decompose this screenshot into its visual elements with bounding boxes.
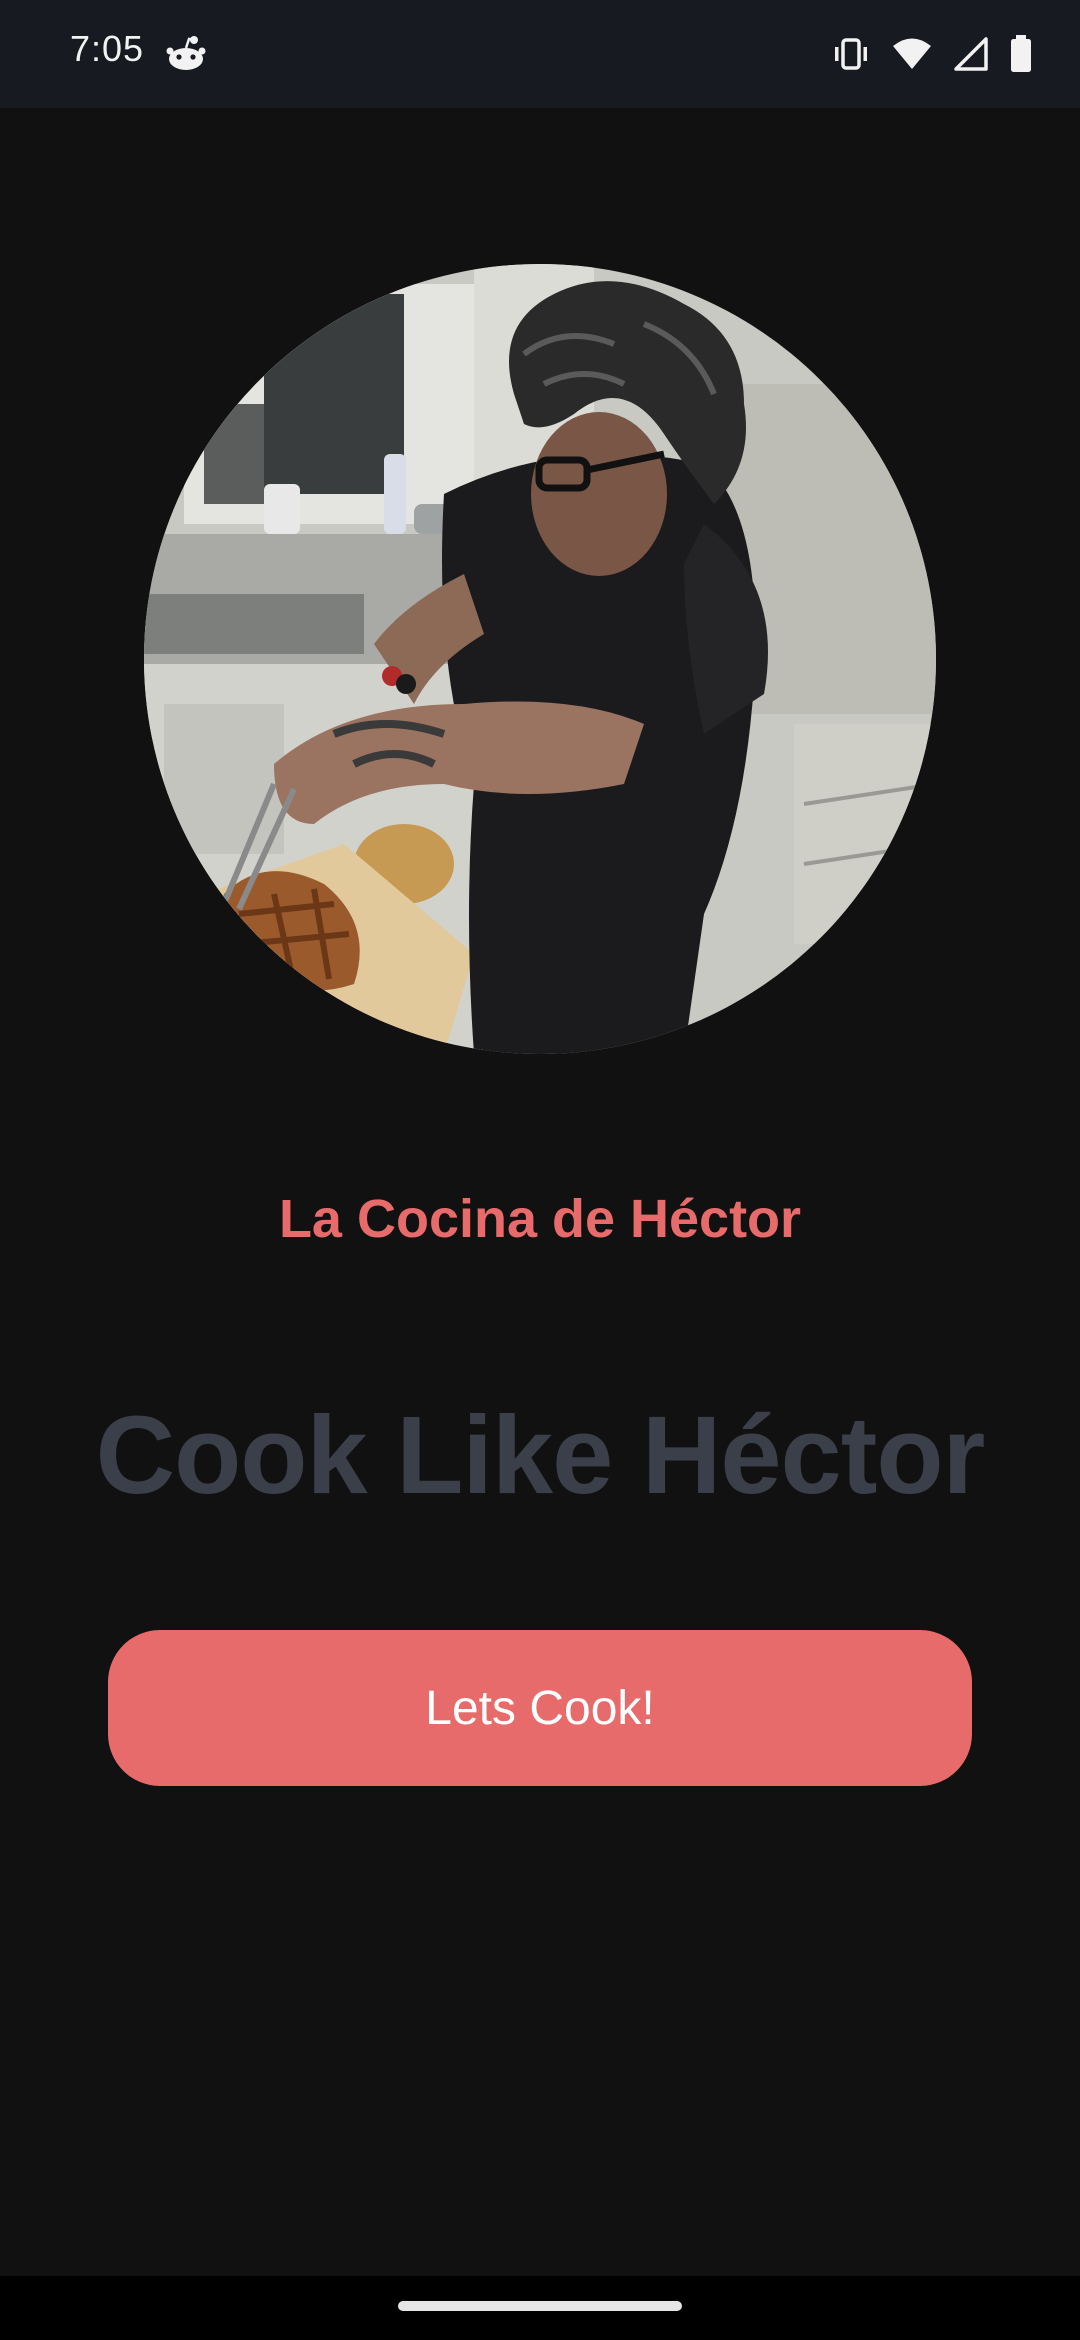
headline: Cook Like Héctor xyxy=(95,1394,986,1517)
reddit-icon xyxy=(166,34,206,74)
brand-title: La Cocina de Héctor xyxy=(278,1189,802,1249)
navigation-bar xyxy=(0,2276,1080,2340)
cell-signal-icon xyxy=(954,37,988,71)
wifi-icon xyxy=(892,37,932,71)
status-time: 7:05 xyxy=(70,28,145,69)
lets-cook-button[interactable]: Lets Cook! xyxy=(108,1630,972,1786)
hero-photo xyxy=(144,264,936,1054)
battery-icon xyxy=(1010,35,1032,73)
status-bar: 7:05 xyxy=(0,0,1080,108)
vibrate-icon xyxy=(832,36,870,72)
home-gesture-handle[interactable] xyxy=(398,2301,682,2311)
status-icons xyxy=(832,32,1032,76)
